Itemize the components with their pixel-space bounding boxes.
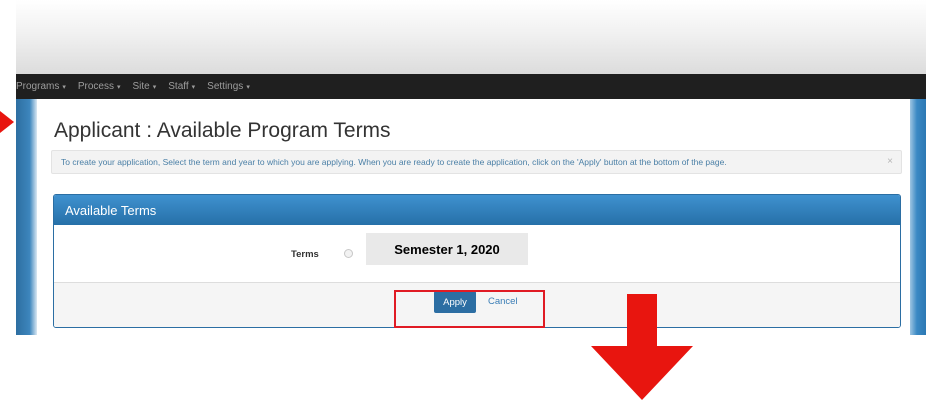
down-red-arrow-icon — [591, 294, 693, 400]
alert-text: To create your application, Select the t… — [61, 157, 727, 167]
nav-process-label: Process — [77, 81, 114, 92]
chevron-down-icon: ▾ — [117, 83, 121, 91]
nav-site[interactable]: Site ▾ — [133, 81, 157, 92]
nav-settings-label: Settings — [207, 81, 244, 92]
chevron-down-icon: ▾ — [152, 83, 157, 91]
term-option[interactable]: Semester 1, 2020 — [366, 233, 528, 265]
browser-top-fade — [16, 0, 926, 74]
panel-title: Available Terms — [65, 202, 157, 218]
nav-process[interactable]: Process ▾ — [78, 81, 121, 92]
nav-settings[interactable]: Settings ▾ — [207, 81, 250, 92]
panel-body: Terms Semester 1, 2020 — [54, 225, 900, 282]
nav-programs[interactable]: Programs ▾ — [16, 81, 66, 92]
terms-label: Terms — [291, 249, 319, 260]
chevron-down-icon: ▾ — [191, 83, 196, 91]
chevron-down-icon: ▾ — [246, 83, 250, 91]
left-red-arrow-icon — [0, 111, 14, 133]
term-radio-button[interactable] — [344, 249, 353, 258]
chevron-down-icon: ▾ — [62, 83, 66, 91]
highlight-annotation-box — [394, 290, 545, 328]
nav-programs-label: Programs — [16, 81, 60, 92]
nav-staff-label: Staff — [168, 81, 189, 92]
top-navbar: Programs ▾ Process ▾ Site ▾ Staff ▾ Sett… — [16, 74, 926, 99]
panel-heading: Available Terms — [54, 195, 900, 225]
nav-site-label: Site — [132, 81, 150, 92]
term-option-label: Semester 1, 2020 — [394, 241, 500, 257]
close-icon[interactable]: × — [887, 156, 893, 167]
info-alert: To create your application, Select the t… — [51, 150, 902, 174]
nav-staff[interactable]: Staff ▾ — [168, 81, 195, 92]
page-title: Applicant : Available Program Terms — [54, 119, 391, 142]
